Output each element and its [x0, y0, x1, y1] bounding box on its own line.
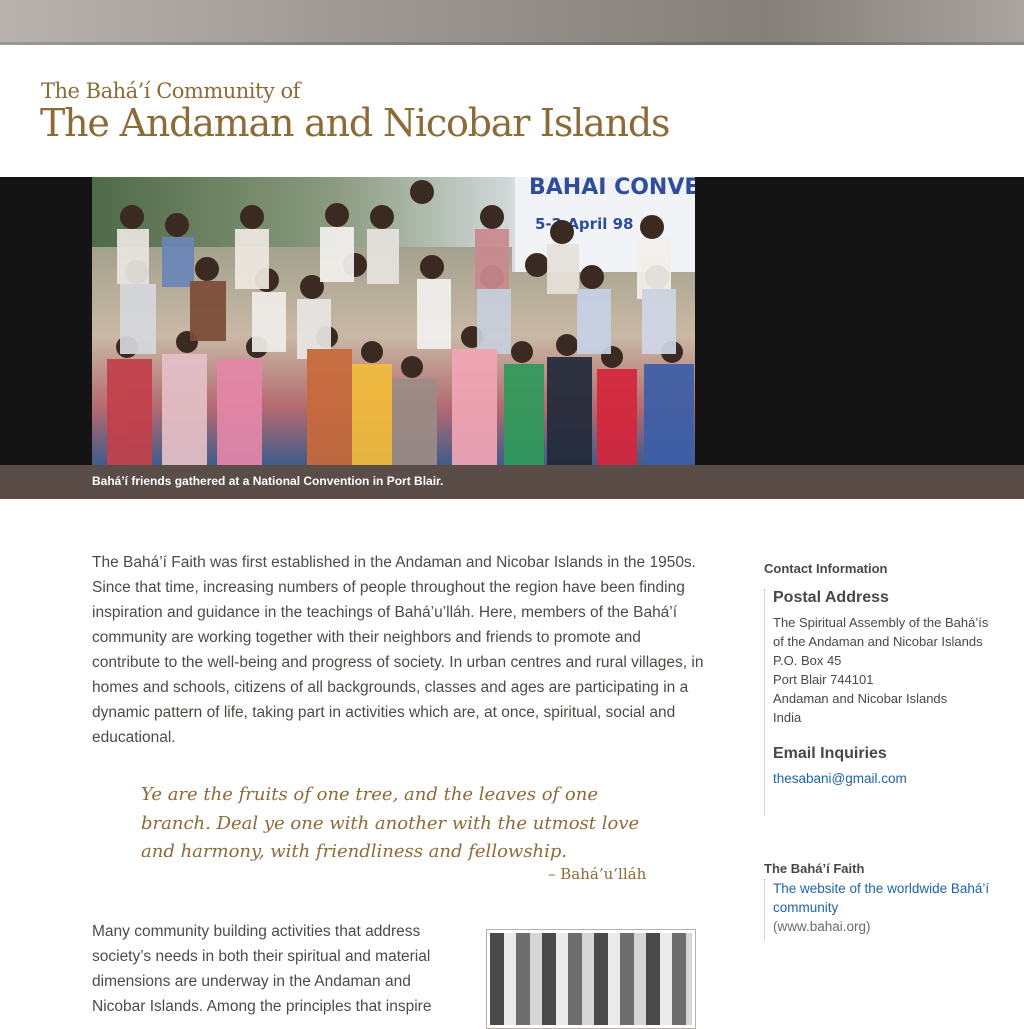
- address-line: P.O. Box 45: [773, 653, 842, 668]
- address-line: of the Andaman and Nicobar Islands: [773, 634, 983, 649]
- hero-photo: BAHAI CONVEN 5-2 April 98: [92, 177, 695, 465]
- bahai-url-text: (www.bahai.org): [773, 919, 871, 934]
- quote-attribution: – Bahá’u’lláh: [548, 865, 647, 883]
- site-header: The Bahá’í Community of The Andaman and …: [0, 45, 1024, 177]
- email-inquiries-heading: Email Inquiries: [773, 745, 887, 762]
- community-photo-image: [490, 933, 692, 1025]
- group-photo-people: [107, 180, 694, 465]
- intro-paragraph: The Bahá’í Faith was first established i…: [92, 554, 704, 746]
- hero-banner: BAHAI CONVEN 5-2 April 98: [0, 177, 1024, 465]
- site-subtitle[interactable]: The Bahá’í Community of: [41, 79, 300, 103]
- quote-text: Ye are the fruits of one tree, and the l…: [141, 784, 640, 862]
- community-paragraph: Many community building activities that …: [92, 923, 432, 1015]
- contact-info-heading: Contact Information: [764, 561, 888, 576]
- bahai-faith-heading: The Bahá’í Faith: [764, 861, 865, 876]
- bahai-faith-block: The website of the worldwide Bahá’í comm…: [764, 879, 1013, 939]
- address-line: India: [773, 710, 802, 725]
- address-line: Andaman and Nicobar Islands: [773, 691, 948, 706]
- postal-address-heading: Postal Address: [773, 589, 889, 606]
- email-link[interactable]: thesabani@gmail.com: [773, 769, 1013, 788]
- caption-bar: Bahá’í friends gathered at a National Co…: [0, 465, 1024, 499]
- hero-caption: Bahá’í friends gathered at a National Co…: [92, 474, 444, 488]
- contact-block: Postal Address The Spiritual Assembly of…: [764, 589, 1013, 815]
- top-bar: [0, 0, 1024, 45]
- address-line: The Spiritual Assembly of the Bahá’ís: [773, 615, 989, 630]
- site-title[interactable]: The Andaman and Nicobar Islands: [40, 101, 670, 145]
- community-photo: [486, 929, 696, 1029]
- address-line: Port Blair 744101: [773, 672, 874, 687]
- bahai-website-link[interactable]: The website of the worldwide Bahá’í comm…: [773, 879, 1013, 917]
